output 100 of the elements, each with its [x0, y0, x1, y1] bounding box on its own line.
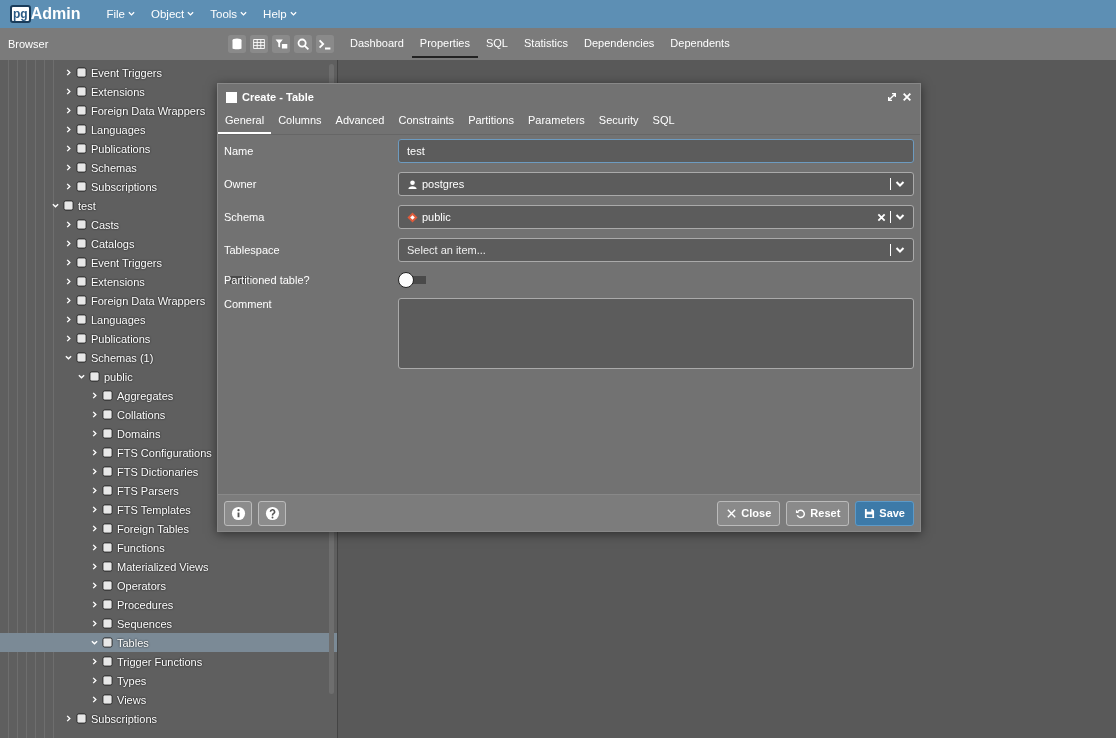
- tree-item[interactable]: Collations: [0, 405, 337, 424]
- tree-item-label: Foreign Data Wrappers: [91, 294, 206, 307]
- tree-item[interactable]: public: [0, 367, 337, 386]
- search-icon[interactable]: [294, 35, 312, 53]
- tree-item-label: Event Triggers: [91, 66, 162, 79]
- clear-icon[interactable]: [877, 212, 886, 222]
- field-label: Partitioned table?: [224, 274, 311, 286]
- info-button[interactable]: [224, 500, 252, 526]
- chevron-icon: [91, 601, 98, 608]
- menu-item[interactable]: Object: [147, 8, 199, 20]
- tree-item-label: Procedures: [117, 598, 174, 611]
- chevron-icon: [91, 506, 98, 513]
- tree-item-label: test: [78, 199, 96, 212]
- dialog-tab[interactable]: Advanced: [328, 110, 392, 134]
- tree-item[interactable]: Domains: [0, 424, 337, 443]
- dropdown-icon[interactable]: [895, 180, 905, 188]
- tree-item-label: Publications: [91, 332, 151, 345]
- node-icon: [76, 143, 87, 154]
- info-icon: [230, 505, 246, 521]
- comment-textarea[interactable]: [398, 298, 914, 369]
- close-icon[interactable]: [902, 92, 912, 102]
- tree-item-label: Aggregates: [117, 389, 174, 402]
- terminal-icon[interactable]: [316, 35, 334, 53]
- tree-item[interactable]: Functions: [0, 538, 337, 557]
- tree-item[interactable]: Types: [0, 671, 337, 690]
- panel-tab[interactable]: Statistics: [516, 30, 576, 58]
- dialog-tab[interactable]: SQL: [645, 110, 682, 134]
- tree-item[interactable]: Tables: [0, 633, 337, 652]
- grid-icon[interactable]: [250, 35, 268, 53]
- node-icon: [102, 409, 113, 420]
- tree-item[interactable]: Sequences: [0, 614, 337, 633]
- panel-tab[interactable]: Dependencies: [576, 30, 663, 58]
- dialog-tab[interactable]: General: [218, 110, 272, 134]
- chevron-icon: [65, 278, 72, 285]
- tree-item[interactable]: Event Triggers: [0, 63, 337, 82]
- name-input[interactable]: test: [398, 139, 914, 163]
- dialog-tab[interactable]: Parameters: [521, 110, 592, 134]
- chevron-icon: [91, 468, 98, 475]
- chevron-icon: [91, 696, 98, 703]
- tree-item-label: Functions: [117, 541, 165, 554]
- panel-tab[interactable]: Dependents: [662, 30, 738, 58]
- tree-item-label: Event Triggers: [91, 256, 162, 269]
- menu-item[interactable]: Help: [259, 8, 301, 20]
- select-field[interactable]: Select an item...: [398, 238, 914, 262]
- panel-tab[interactable]: SQL: [477, 30, 516, 58]
- save-button[interactable]: Save: [855, 500, 914, 526]
- node-icon: [76, 67, 87, 78]
- dropdown-icon[interactable]: [895, 246, 905, 254]
- menu-item[interactable]: File: [102, 8, 139, 20]
- tree-item[interactable]: Subscriptions: [0, 709, 337, 728]
- node-icon: [102, 637, 113, 648]
- filter-table-icon[interactable]: [272, 35, 290, 53]
- chevron-icon: [91, 525, 98, 532]
- node-icon: [76, 295, 87, 306]
- node-icon: [102, 542, 113, 553]
- tree-item[interactable]: Schemas (1): [0, 348, 337, 367]
- tree-item[interactable]: Views: [0, 690, 337, 709]
- node-icon: [76, 86, 87, 97]
- chevron-icon: [91, 411, 98, 418]
- chevron-down-icon: [187, 11, 195, 17]
- tree-item-label: Collations: [117, 408, 166, 421]
- tree-item[interactable]: FTS Dictionaries: [0, 462, 337, 481]
- select-field[interactable]: postgres: [398, 172, 914, 196]
- dialog-tab[interactable]: Constraints: [391, 110, 462, 134]
- dialog-tab[interactable]: Security: [591, 110, 646, 134]
- tree-item[interactable]: Schemas: [0, 158, 337, 177]
- tree-item[interactable]: Operators: [0, 576, 337, 595]
- panel-tab[interactable]: Properties: [411, 30, 478, 58]
- select-field[interactable]: public: [398, 205, 914, 229]
- menu-item[interactable]: Tools: [206, 8, 252, 20]
- chevron-icon: [91, 639, 98, 646]
- maximize-icon[interactable]: [887, 92, 897, 102]
- tree-item[interactable]: FTS Parsers: [0, 481, 337, 500]
- tree-item-label: Domains: [117, 427, 161, 440]
- tree-item[interactable]: FTS Templates: [0, 500, 337, 519]
- tree-item-label: Schemas (1): [91, 351, 154, 364]
- dialog-tab[interactable]: Columns: [271, 110, 329, 134]
- close-button[interactable]: Close: [717, 500, 781, 526]
- tree-item[interactable]: Procedures: [0, 595, 337, 614]
- tree-item[interactable]: Aggregates: [0, 386, 337, 405]
- panel-tab[interactable]: Dashboard: [342, 30, 412, 58]
- tree-item[interactable]: Publications: [0, 329, 337, 348]
- dialog-tab[interactable]: Partitions: [461, 110, 521, 134]
- tree-item[interactable]: Languages: [0, 310, 337, 329]
- tree-item[interactable]: Trigger Functions: [0, 652, 337, 671]
- chevron-down-icon: [240, 11, 248, 17]
- tree-item[interactable]: FTS Configurations: [0, 443, 337, 462]
- tree-item-label: Subscriptions: [91, 712, 158, 725]
- database-icon[interactable]: [228, 35, 246, 53]
- field-label: Comment: [224, 298, 273, 310]
- node-icon: [102, 523, 113, 534]
- chevron-icon: [91, 658, 98, 665]
- reset-button[interactable]: Reset: [786, 500, 850, 526]
- dropdown-icon[interactable]: [895, 213, 905, 221]
- chevron-icon: [65, 354, 72, 361]
- help-button[interactable]: [258, 500, 286, 526]
- tree-item[interactable]: Foreign Tables: [0, 519, 337, 538]
- chevron-icon: [78, 373, 85, 380]
- node-icon: [76, 162, 87, 173]
- tree-item[interactable]: Materialized Views: [0, 557, 337, 576]
